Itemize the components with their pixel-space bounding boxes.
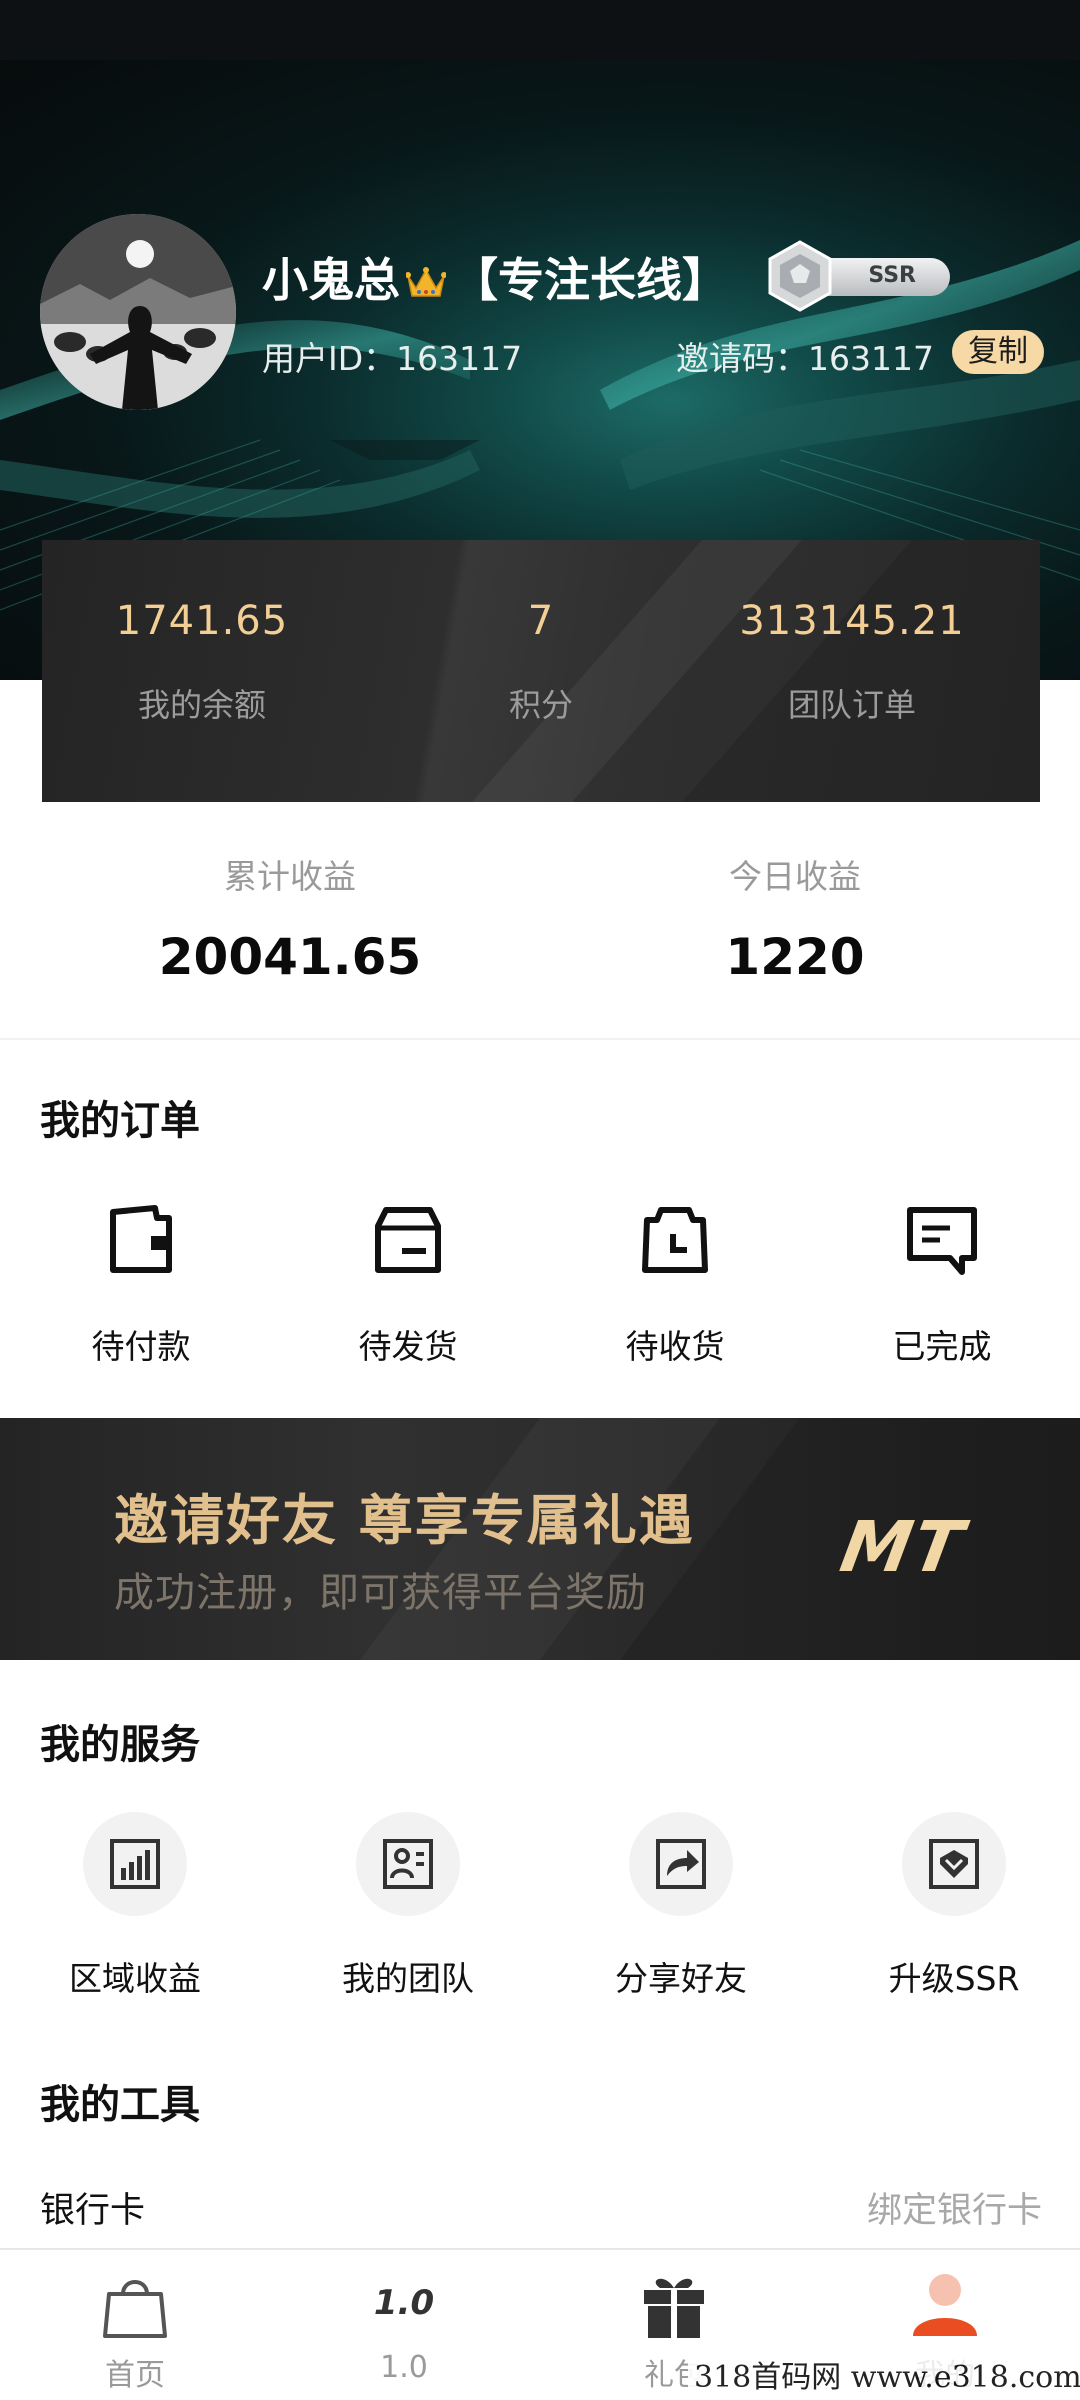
service-share-friends-label: 分享好友: [615, 1959, 747, 1998]
service-icon-circle: [629, 1812, 733, 1916]
version-icon: 1.0: [374, 2283, 434, 2323]
services-section-title: 我的服务: [40, 1722, 200, 1768]
stat-balance-value: 1741.65: [115, 598, 289, 644]
orders-section-title: 我的订单: [40, 1098, 200, 1144]
today-earnings: 今日收益 1220: [585, 850, 1005, 986]
bank-card-label: 银行卡: [40, 2191, 146, 2231]
user-id-value: 163117: [396, 339, 523, 378]
diamond-upgrade-icon: [929, 1839, 979, 1889]
brand-logo: MT: [834, 1506, 971, 1588]
bar-chart-icon: [110, 1839, 160, 1889]
username: 小鬼总: [262, 253, 400, 307]
username-line: 小鬼总 【专注长线】: [262, 244, 728, 311]
order-pending-shipment-label: 待发货: [358, 1327, 458, 1366]
stat-points-value: 7: [527, 598, 555, 644]
nav-home[interactable]: 首页: [35, 2270, 235, 2394]
stat-team-orders[interactable]: 313145.21 团队订单: [692, 598, 1012, 726]
invite-banner[interactable]: 邀请好友 尊享专属礼遇 成功注册，即可获得平台奖励 MT: [0, 1418, 1080, 1660]
stat-balance-label: 我的余额: [137, 686, 266, 724]
crown-icon: [405, 257, 447, 311]
nav-version-label: 1.0: [380, 2350, 428, 2385]
tools-section-title: 我的工具: [40, 2082, 200, 2128]
service-regional-earnings-label: 区域收益: [69, 1959, 201, 1998]
nav-home-label: 首页: [105, 2358, 165, 2393]
user-tagline: 【专注长线】: [452, 253, 728, 307]
banner-title: 邀请好友 尊享专属礼遇: [114, 1489, 695, 1552]
hexagon-badge-icon: [768, 240, 832, 312]
user-icon: [913, 2274, 977, 2336]
service-share-friends[interactable]: 分享好友: [571, 1812, 791, 2000]
user-id: 用户ID：163117: [262, 332, 522, 380]
order-pending-receipt[interactable]: 待收货: [565, 1204, 785, 1368]
bind-bank-card-link[interactable]: 绑定银行卡: [867, 2182, 1042, 2233]
share-icon: [656, 1839, 706, 1889]
user-id-label: 用户ID：: [262, 339, 397, 378]
invite-code: 邀请码：163117: [676, 332, 934, 380]
total-earnings-value: 20041.65: [158, 928, 422, 986]
order-completed-label: 已完成: [892, 1327, 992, 1366]
order-completed[interactable]: 已完成: [832, 1204, 1052, 1368]
order-pending-payment[interactable]: 待付款: [31, 1204, 251, 1368]
nav-version[interactable]: 1.0 1.0: [304, 2270, 504, 2385]
bank-card-row[interactable]: 银行卡 绑定银行卡: [0, 2176, 1080, 2236]
service-upgrade-ssr-label: 升级SSR: [888, 1959, 1020, 1998]
version-icon-text: 1.0: [374, 2283, 434, 2323]
service-icon-circle: [356, 1812, 460, 1916]
service-my-team-label: 我的团队: [342, 1959, 474, 1998]
stat-balance[interactable]: 1741.65 我的余额: [42, 598, 362, 726]
stat-points-label: 积分: [508, 686, 573, 724]
shopping-bag-icon: [103, 2280, 167, 2338]
order-pending-shipment[interactable]: 待发货: [298, 1204, 518, 1368]
service-regional-earnings[interactable]: 区域收益: [25, 1812, 245, 2000]
total-earnings-label: 累计收益: [224, 857, 356, 896]
wallet-icon: [110, 1205, 172, 1273]
avatar-photo: [40, 214, 236, 410]
invite-code-value: 163117: [808, 339, 934, 378]
section-divider: [0, 1038, 1080, 1040]
banner-subtitle: 成功注册，即可获得平台奖励: [114, 1570, 647, 1616]
invite-code-label: 邀请码：: [676, 339, 808, 378]
order-pending-payment-label: 待付款: [91, 1327, 191, 1366]
service-my-team[interactable]: 我的团队: [298, 1812, 518, 2000]
stat-team-orders-value: 313145.21: [739, 598, 965, 644]
box-icon: [375, 1207, 441, 1273]
site-watermark: 318首码网 www.e318.com: [688, 2356, 1080, 2400]
status-bar: [0, 0, 1080, 60]
total-earnings: 累计收益 20041.65: [80, 850, 500, 986]
service-icon-circle: [83, 1812, 187, 1916]
team-icon: [383, 1839, 433, 1889]
today-earnings-value: 1220: [725, 928, 865, 986]
order-pending-receipt-label: 待收货: [625, 1327, 725, 1366]
avatar[interactable]: [40, 214, 236, 410]
service-upgrade-ssr[interactable]: 升级SSR: [844, 1812, 1064, 2000]
stat-points[interactable]: 7 积分: [381, 598, 701, 726]
today-earnings-label: 今日收益: [729, 857, 861, 896]
ssr-label: SSR: [868, 263, 916, 288]
stat-team-orders-label: 团队订单: [787, 686, 916, 724]
ssr-level-badge[interactable]: SSR: [762, 238, 952, 314]
service-icon-circle: [902, 1812, 1006, 1916]
copy-invite-button[interactable]: 复制: [952, 330, 1044, 374]
clock-bag-icon: [642, 1207, 708, 1273]
gift-icon: [644, 2278, 704, 2338]
message-icon: [907, 1207, 977, 1275]
stats-card: 1741.65 我的余额 7 积分 313145.21 团队订单: [42, 540, 1040, 802]
